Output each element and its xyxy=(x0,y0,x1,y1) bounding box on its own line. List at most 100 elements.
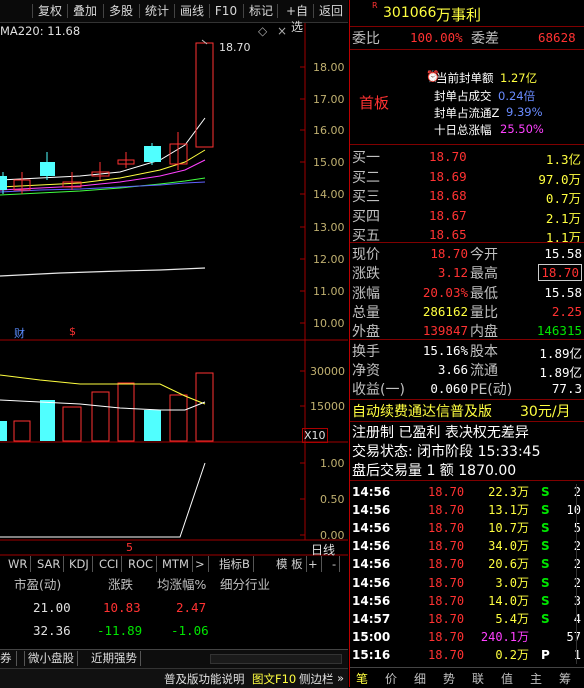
tick-price: 18.70 xyxy=(428,629,465,644)
tick-volume: 5.4万 xyxy=(495,611,529,626)
bid-price: 18.67 xyxy=(429,207,467,223)
stat-value: 0.060 xyxy=(430,381,468,396)
stat-label: 总量 xyxy=(352,304,380,321)
quote-tab-0[interactable]: 笔 xyxy=(356,670,368,687)
stat-value: 3.66 xyxy=(437,362,468,377)
tick-price: 18.70 xyxy=(428,593,465,608)
tab-micro-cap[interactable]: 微小盘股 xyxy=(24,651,78,666)
stat-label: 净资 xyxy=(352,363,380,379)
tick-time: 14:56 xyxy=(352,557,391,572)
seal-value: 9.39% xyxy=(506,105,543,119)
tab-recent-strong[interactable]: 近期强势 xyxy=(88,651,141,666)
sidebar-link[interactable]: 侧边栏 xyxy=(299,671,334,687)
tick-time: 15:16 xyxy=(352,647,391,662)
indicator-tab-2[interactable]: KDJ xyxy=(69,556,93,572)
quote-tab-2[interactable]: 细 xyxy=(414,670,426,687)
price-tick: 16.00 xyxy=(313,124,345,137)
tick-volume: 10.7万 xyxy=(488,521,529,536)
wecha-value: 68628 xyxy=(538,30,576,45)
header-industry: 细分行业 xyxy=(220,577,271,592)
row2-avg: -1.06 xyxy=(171,623,209,638)
indicator-tab-1[interactable]: SAR xyxy=(37,556,65,572)
double-chevron-icon[interactable]: » xyxy=(337,671,344,685)
quote-tab-4[interactable]: 联 xyxy=(472,670,484,687)
indicator-tick: 0.50 xyxy=(320,493,345,506)
quote-tab-1[interactable]: 价 xyxy=(385,670,397,687)
sector-tab-bar: 券 微小盘股 近期强势 xyxy=(0,649,348,668)
seal-value: 25.50% xyxy=(500,122,544,136)
tick-price: 18.70 xyxy=(428,539,465,554)
quote-tab-7[interactable]: 筹 xyxy=(559,670,571,687)
stat-label: 量比 xyxy=(470,304,498,321)
tick-side: S xyxy=(541,611,550,626)
indicator-tab-4[interactable]: ROC xyxy=(128,556,158,572)
tick-price: 18.70 xyxy=(428,521,465,536)
volume-bars xyxy=(0,372,214,442)
finance-marker[interactable]: 财 xyxy=(14,325,25,341)
first-board-label: 首板 xyxy=(359,94,390,112)
bid-label: 买三 xyxy=(352,189,380,205)
stat-label: 股本 xyxy=(470,344,498,360)
ma220-line xyxy=(0,267,206,277)
indicator-tab-0[interactable]: WR xyxy=(8,556,32,572)
quote-tab-6[interactable]: 主 xyxy=(530,670,542,687)
ad-text[interactable]: 自动续费通达信普及版 xyxy=(352,401,492,421)
r-badge: R xyxy=(372,1,378,10)
help-link[interactable]: 普及版功能说明 xyxy=(164,671,245,687)
stat-value: 18.70 xyxy=(538,264,582,282)
tick-time: 14:56 xyxy=(352,593,391,608)
volume-tick: 30000 xyxy=(310,365,345,378)
indicator-tab-8[interactable]: 模 板 xyxy=(276,556,307,572)
ma-line-yellow xyxy=(0,149,206,188)
quote-panel: R 301066 万事利 委比 100.00% 委差 68628 首板 ⏰ 当前… xyxy=(349,0,584,687)
tick-side: S xyxy=(541,503,550,518)
stat-value: 139847 xyxy=(422,323,468,339)
stat-label: 涨幅 xyxy=(352,285,380,302)
seal-value: 0.24倍 xyxy=(498,89,536,103)
price-tick: 15.00 xyxy=(313,156,345,169)
f10-link[interactable]: 图文F10 xyxy=(252,671,296,687)
indicator-tab-5[interactable]: MTM xyxy=(162,556,193,572)
stat-value: 1.89亿 xyxy=(539,365,582,380)
indicator-tab-9[interactable]: + xyxy=(308,556,322,572)
quote-tab-3[interactable]: 势 xyxy=(443,670,455,687)
tick-scrollbar[interactable] xyxy=(576,484,584,664)
header-avg: 均涨幅% xyxy=(157,577,207,592)
tick-price: 18.70 xyxy=(428,575,465,590)
registration-info: 注册制 已盈利 表决权无差异 xyxy=(352,425,529,441)
stock-name: 万事利 xyxy=(436,6,482,24)
quote-tab-5[interactable]: 值 xyxy=(501,670,513,687)
wecha-label: 委差 xyxy=(471,31,499,47)
webi-value: 100.00% xyxy=(410,30,463,45)
tick-volume: 20.6万 xyxy=(488,557,529,572)
indicator-tab-7[interactable]: 指标B xyxy=(219,556,254,572)
trade-status: 交易状态: 闭市阶段 15:33:45 xyxy=(352,444,541,460)
tick-side: S xyxy=(541,575,550,590)
tick-time: 14:56 xyxy=(352,503,391,518)
tick-time: 14:56 xyxy=(352,485,391,499)
tick-time: 14:57 xyxy=(352,611,391,626)
indicator-tab-10[interactable]: - xyxy=(332,556,341,572)
header-chg: 涨跌 xyxy=(108,577,134,592)
stat-value: 286162 xyxy=(422,303,468,319)
horizontal-scrollbar[interactable] xyxy=(210,654,342,664)
ad-price[interactable]: 30元/月 xyxy=(520,401,571,421)
tick-time: 14:56 xyxy=(352,539,391,554)
header-pe: 市盈(动) xyxy=(14,577,62,592)
after-hours-volume: 盘后交易量 1 额 1870.00 xyxy=(352,463,517,479)
tab-quan[interactable]: 券 xyxy=(0,651,17,666)
stat-label: 最低 xyxy=(470,285,498,302)
dividend-marker[interactable]: $ xyxy=(69,325,76,338)
stat-value: 15.16% xyxy=(422,343,468,358)
status-bar: 普及版功能说明 图文F10 侧边栏 » xyxy=(0,668,348,688)
indicator-tab-3[interactable]: CCI xyxy=(99,556,123,572)
indicator-tab-6[interactable]: > xyxy=(195,556,209,572)
tick-price: 18.70 xyxy=(428,647,465,662)
indicator-line xyxy=(0,462,206,538)
bid-label: 买一 xyxy=(352,150,380,166)
tick-volume: 14.0万 xyxy=(488,593,529,608)
tick-volume: 240.1万 xyxy=(480,629,529,644)
price-tick: 14.00 xyxy=(313,188,345,201)
bid-volume: 0.7万 xyxy=(545,191,581,206)
stat-label: 涨跌 xyxy=(352,266,380,283)
